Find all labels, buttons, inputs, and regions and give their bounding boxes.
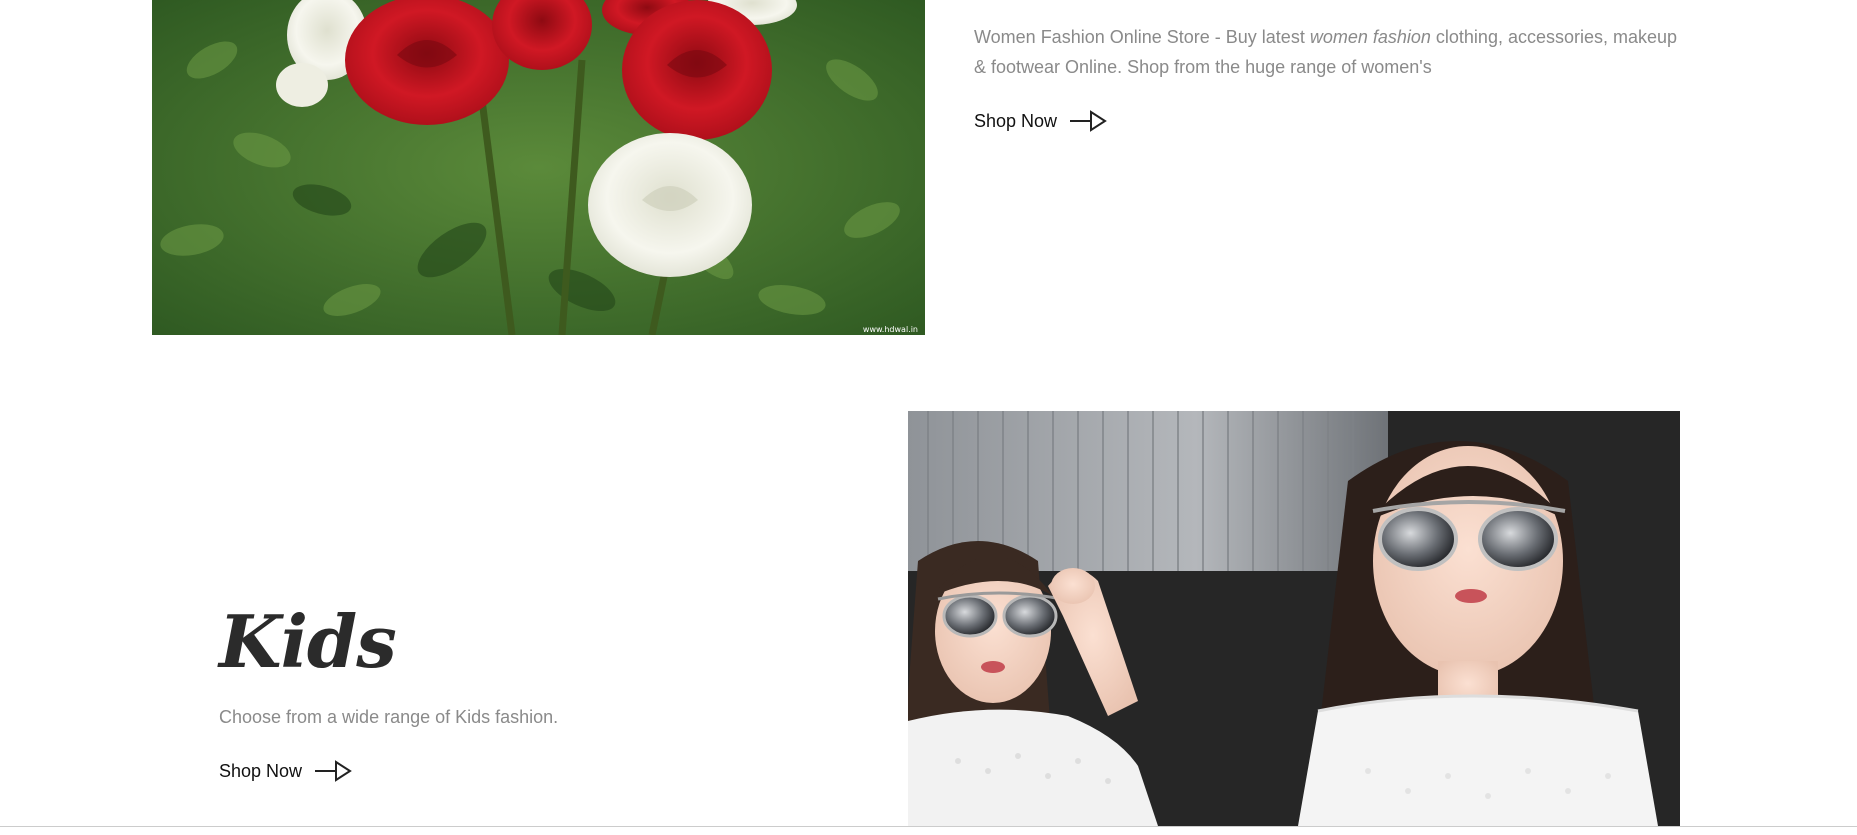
girls-photo (908, 411, 1680, 826)
arrow-right-icon (1070, 110, 1107, 132)
bottom-divider (0, 826, 1857, 827)
kids-text-block: Kids Choose from a wide range of Kids fa… (219, 600, 819, 782)
kids-description: Choose from a wide range of Kids fashion… (219, 707, 559, 727)
kids-girls-image (908, 411, 1680, 826)
women-roses-image: www.hdwal.in (152, 0, 925, 335)
women-text-block: Women Fashion Online Store - Buy latest … (974, 22, 1694, 132)
women-description-start: Women Fashion Online Store - Buy latest (974, 27, 1310, 47)
kids-title: Kids (219, 599, 397, 684)
women-description: Women Fashion Online Store - Buy latest … (974, 22, 1694, 82)
kids-shop-now-link[interactable]: Shop Now (219, 760, 352, 782)
page: www.hdwal.in Women Fashion Online Store … (0, 0, 1857, 835)
arrow-right-icon (315, 760, 352, 782)
image-watermark: www.hdwal.in (863, 325, 918, 334)
kids-shop-now-label: Shop Now (219, 760, 303, 781)
women-description-emphasis: women fashion (1309, 27, 1431, 47)
roses-photo: www.hdwal.in (152, 0, 925, 335)
women-shop-now-link[interactable]: Shop Now (974, 110, 1107, 132)
women-shop-now-label: Shop Now (974, 110, 1058, 131)
